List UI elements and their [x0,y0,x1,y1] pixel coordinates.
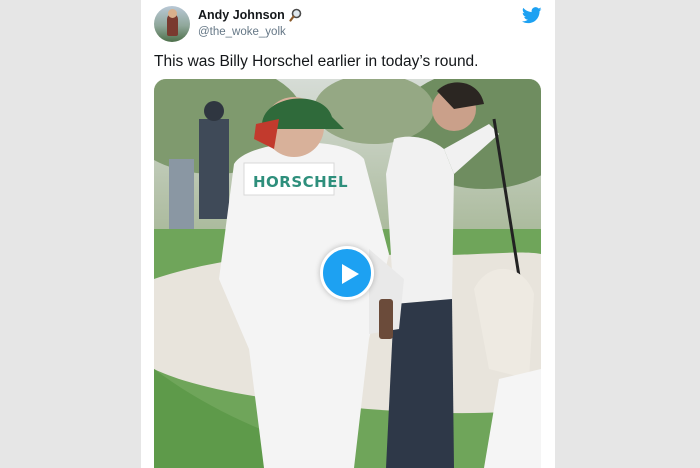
avatar-head [168,9,177,18]
tweet-text: This was Billy Horschel earlier in today… [154,53,479,70]
twitter-bird-icon[interactable] [522,7,542,24]
video-player[interactable]: HORSCHEL [154,79,541,468]
play-icon [342,264,359,284]
jersey-nameplate: HORSCHEL [253,173,349,191]
magnifying-glass-icon [289,8,303,22]
author-name-row: Andy Johnson [198,8,303,22]
play-button[interactable] [320,246,374,300]
tweet-card: Andy Johnson @the_woke_yolk This was Bil… [141,0,555,468]
avatar[interactable] [154,6,190,42]
author-handle[interactable]: @the_woke_yolk [198,26,286,38]
author-name[interactable]: Andy Johnson [198,8,285,22]
